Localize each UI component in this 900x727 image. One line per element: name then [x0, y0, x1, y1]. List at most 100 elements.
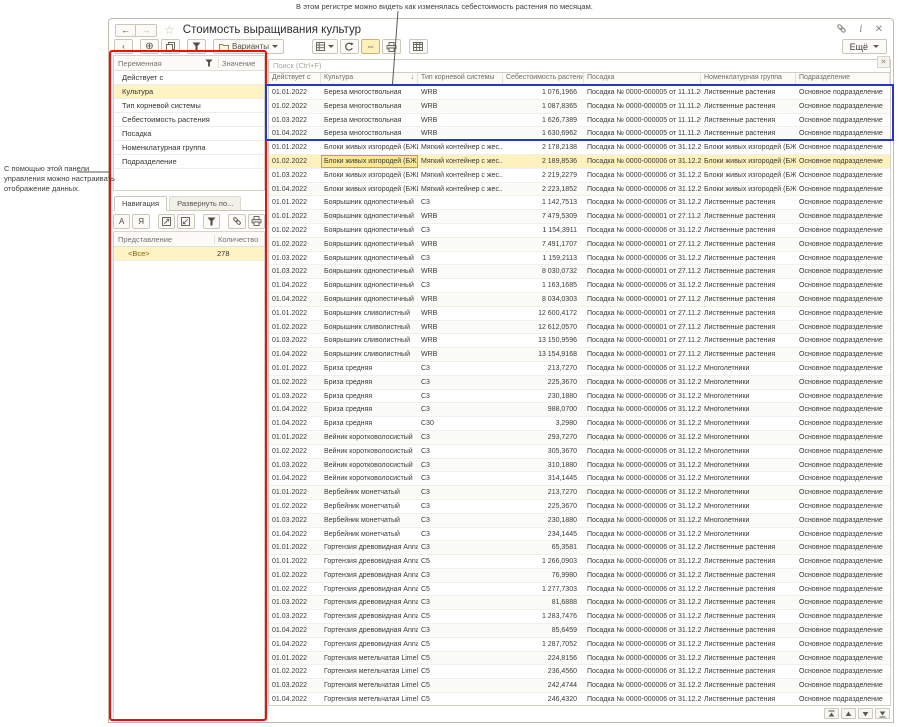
table-cell[interactable]: 1 087,8365 — [503, 100, 584, 113]
table-cell[interactable]: С3 — [418, 596, 503, 609]
table-cell[interactable]: Лиственные растения — [701, 679, 796, 692]
forward-button[interactable]: → — [136, 24, 157, 37]
link-icon[interactable] — [836, 23, 847, 37]
export-table-button[interactable] — [409, 39, 428, 54]
table-cell[interactable]: 01.01.2022 — [269, 652, 321, 665]
table-cell[interactable]: Бриза средняя — [321, 390, 418, 403]
info-icon[interactable]: i — [859, 25, 862, 35]
table-cell[interactable]: 01.02.2022 — [269, 376, 321, 389]
tab-navigation[interactable]: Навигация — [114, 196, 167, 211]
table-cell[interactable]: Лиственные растения — [701, 624, 796, 637]
table-cell[interactable]: 310,1880 — [503, 459, 584, 472]
table-row[interactable]: 01.02.2022Боярышник сливолистныйWRB12 61… — [269, 321, 890, 335]
table-cell[interactable]: 76,9980 — [503, 569, 584, 582]
table-cell[interactable]: 01.04.2022 — [269, 293, 321, 306]
table-row[interactable]: 01.03.2022Вейник коротковолосистыйС3310,… — [269, 459, 890, 473]
table-cell[interactable]: Гортензия древовидная Annabelle — [321, 610, 418, 623]
table-cell[interactable]: 01.03.2022 — [269, 679, 321, 692]
table-row[interactable]: 01.02.2022Вербейник монетчатыйС3225,3670… — [269, 500, 890, 514]
table-cell[interactable]: Посадка № 0000-000006 от 31.12.2021 — [584, 528, 701, 541]
table-row[interactable]: 01.04.2022Боярышник сливолистныйWRB13 15… — [269, 348, 890, 362]
table-cell[interactable]: Боярышник однопестичный — [321, 265, 418, 278]
table-cell[interactable]: 01.02.2022 — [269, 445, 321, 458]
table-row[interactable]: 01.03.2022Вербейник монетчатыйС3230,1880… — [269, 514, 890, 528]
table-cell[interactable]: Основное подразделение — [796, 528, 890, 541]
table-cell[interactable]: Гортензия метельчатая Limelight — [321, 652, 418, 665]
table-cell[interactable]: Лиственные растения — [701, 196, 796, 209]
table-cell[interactable]: 1 630,6962 — [503, 127, 584, 140]
table-cell[interactable]: Основное подразделение — [796, 334, 890, 347]
table-cell[interactable]: Вербейник монетчатый — [321, 514, 418, 527]
table-cell[interactable]: 234,1445 — [503, 528, 584, 541]
table-cell[interactable]: Многолетники — [701, 431, 796, 444]
table-cell[interactable]: 01.03.2022 — [269, 610, 321, 623]
table-row[interactable]: 01.03.2022Боярышник однопестичныйС31 159… — [269, 252, 890, 266]
param-row[interactable]: Посадка — [114, 127, 264, 141]
table-cell[interactable]: Гортензия метельчатая Limelight — [321, 679, 418, 692]
table-cell[interactable]: Посадка № 0000-000006 от 31.12.2021 — [584, 459, 701, 472]
table-cell[interactable]: Вейник коротковолосистый — [321, 445, 418, 458]
table-cell[interactable]: С3 — [418, 224, 503, 237]
table-cell[interactable]: 1 287,7052 — [503, 638, 584, 651]
table-cell[interactable]: 230,1880 — [503, 390, 584, 403]
table-cell[interactable]: С3 — [418, 403, 503, 416]
table-cell[interactable]: WRB — [418, 86, 503, 99]
table-cell[interactable]: С3 — [418, 431, 503, 444]
table-cell[interactable]: Вербейник монетчатый — [321, 486, 418, 499]
table-cell[interactable]: Гортензия древовидная Annabelle — [321, 569, 418, 582]
table-cell[interactable]: Основное подразделение — [796, 169, 890, 182]
table-cell[interactable]: Блоки живых изгородей (БЖИ) — [701, 141, 796, 154]
table-row[interactable]: 01.04.2022Бриза средняяС303,2980Посадка … — [269, 417, 890, 431]
table-row[interactable]: 01.02.2022Гортензия метельчатая Limeligh… — [269, 665, 890, 679]
table-cell[interactable]: 01.04.2022 — [269, 638, 321, 651]
table-cell[interactable]: Лиственные растения — [701, 541, 796, 554]
table-cell[interactable]: Посадка № 0000-000006 от 31.12.2021 — [584, 141, 701, 154]
scroll-bottom-button[interactable] — [875, 708, 890, 719]
table-cell[interactable]: Лиственные растения — [701, 114, 796, 127]
table-cell[interactable]: С5 — [418, 638, 503, 651]
table-cell[interactable]: Мягкий контейнер с жес... — [418, 141, 503, 154]
refresh-button[interactable] — [340, 39, 359, 54]
table-cell[interactable]: Посадка № 0000-000006 от 31.12.2021 — [584, 610, 701, 623]
table-cell[interactable]: Основное подразделение — [796, 321, 890, 334]
table-cell[interactable]: 01.04.2022 — [269, 403, 321, 416]
table-cell[interactable]: Лиственные растения — [701, 265, 796, 278]
table-row[interactable]: 01.01.2022Бриза средняяС3213,7270Посадка… — [269, 362, 890, 376]
table-cell[interactable]: С3 — [418, 279, 503, 292]
table-cell[interactable]: 2 219,2279 — [503, 169, 584, 182]
table-cell[interactable]: Береза многоствольная — [321, 86, 418, 99]
table-cell[interactable]: Лиственные растения — [701, 127, 796, 140]
table-cell[interactable]: Многолетники — [701, 486, 796, 499]
table-cell[interactable]: 3,2980 — [503, 417, 584, 430]
table-row[interactable]: 01.01.2022Боярышник однопестичныйWRB7 47… — [269, 210, 890, 224]
table-cell[interactable]: Посадка № 0000-000006 от 31.12.2021 — [584, 155, 701, 168]
table-cell[interactable]: 236,4560 — [503, 665, 584, 678]
table-cell[interactable]: 01.02.2022 — [269, 321, 321, 334]
table-cell[interactable]: Многолетники — [701, 403, 796, 416]
table-cell[interactable]: Посадка № 0000-000006 от 31.12.2021 — [584, 679, 701, 692]
table-cell[interactable]: Боярышник сливолистный — [321, 307, 418, 320]
table-row[interactable]: 01.03.2022Боярышник однопестичныйWRB8 03… — [269, 265, 890, 279]
filter-button[interactable] — [187, 39, 206, 54]
table-cell[interactable]: 213,7270 — [503, 486, 584, 499]
table-cell[interactable]: Блоки живых изгородей (БЖИ) — [701, 155, 796, 168]
table-cell[interactable]: С3 — [418, 459, 503, 472]
table-cell[interactable]: Основное подразделение — [796, 293, 890, 306]
table-cell[interactable]: С30 — [418, 417, 503, 430]
table-cell[interactable]: С3 — [418, 514, 503, 527]
table-cell[interactable]: Посадка № 0000-000006 от 31.12.2021 — [584, 169, 701, 182]
table-row[interactable]: 01.02.2022Бриза средняяС3225,3670Посадка… — [269, 376, 890, 390]
table-row[interactable]: 01.01.2022Гортензия древовидная Annabell… — [269, 555, 890, 569]
table-row[interactable]: 01.04.2022Гортензия метельчатая Limeligh… — [269, 693, 890, 705]
table-cell[interactable]: Посадка № 0000-000006 от 31.12.2021 — [584, 403, 701, 416]
table-cell[interactable]: Вербейник монетчатый — [321, 500, 418, 513]
table-cell[interactable]: Многолетники — [701, 376, 796, 389]
table-cell[interactable]: 01.01.2022 — [269, 141, 321, 154]
table-cell[interactable]: WRB — [418, 321, 503, 334]
table-cell[interactable]: Основное подразделение — [796, 252, 890, 265]
table-cell[interactable]: Боярышник однопестичный — [321, 210, 418, 223]
param-row[interactable]: Подразделение — [114, 155, 264, 169]
table-cell[interactable]: 213,7270 — [503, 362, 584, 375]
table-cell[interactable]: 230,1880 — [503, 514, 584, 527]
table-cell[interactable]: 01.04.2022 — [269, 624, 321, 637]
